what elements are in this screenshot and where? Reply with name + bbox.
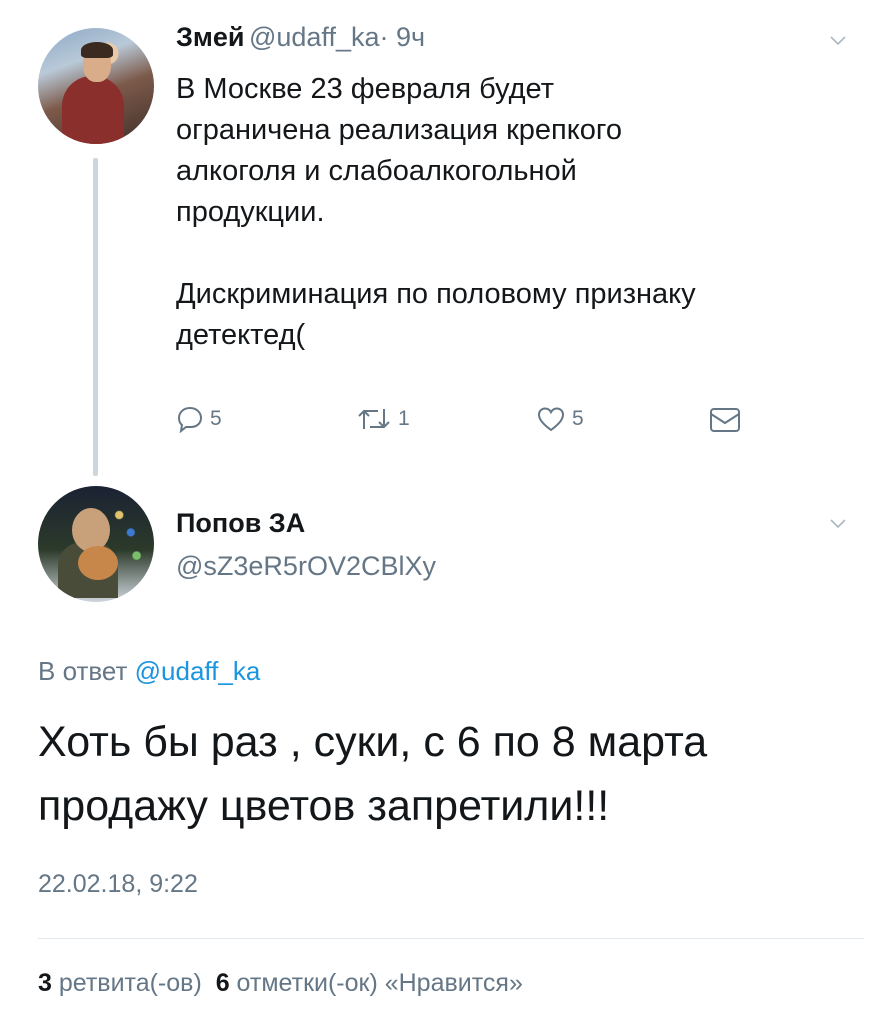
- tweet-time[interactable]: · 9ч: [379, 22, 425, 52]
- dm-button[interactable]: [708, 405, 748, 435]
- reply-count: 5: [210, 407, 222, 430]
- avatar-popov[interactable]: [38, 486, 154, 602]
- retweets-stat[interactable]: 3 ретвита(-ов): [38, 969, 202, 997]
- main-tweet-text: Хоть бы раз , суки, с 6 по 8 марта прода…: [38, 718, 708, 830]
- like-total: 6: [215, 969, 230, 997]
- like-count: 5: [572, 407, 584, 430]
- divider: [38, 938, 864, 939]
- reply-to-handle-link[interactable]: @udaff_ka: [135, 656, 261, 686]
- reply-button[interactable]: 5: [176, 405, 222, 433]
- author-handle[interactable]: @udaff_ka: [249, 22, 380, 52]
- main-author-handle[interactable]: @sZ3eR5rOV2CBlXy: [176, 551, 436, 582]
- avatar-zmey[interactable]: [38, 28, 154, 144]
- parent-tweet-header: Змей @udaff_ka· 9ч: [176, 22, 425, 53]
- reply-to-prefix: В ответ: [38, 656, 128, 686]
- heart-icon: [537, 407, 565, 432]
- retweet-icon: [358, 409, 390, 429]
- main-author-name[interactable]: Попов ЗА: [176, 508, 305, 539]
- mail-icon: [710, 408, 740, 432]
- like-button[interactable]: 5: [536, 405, 584, 433]
- chevron-down-icon[interactable]: [830, 33, 846, 49]
- thread-line: [93, 158, 98, 476]
- likes-stat[interactable]: 6 отметки(-ок) «Нравится»: [216, 969, 523, 997]
- reply-icon: [177, 406, 203, 433]
- retweet-total: 3: [38, 969, 52, 997]
- chevron-down-icon[interactable]: [830, 516, 846, 532]
- retweet-button[interactable]: 1: [356, 405, 410, 433]
- retweet-count: 1: [398, 407, 410, 430]
- reply-to-line: В ответ @udaff_ka: [38, 656, 260, 687]
- tweet-timestamp[interactable]: 22.02.18, 9:22: [38, 870, 198, 899]
- retweet-label: ретвита(-ов): [58, 969, 202, 997]
- tweet-stats: 3 ретвита(-ов) 6 отметки(-ок) «Нравится»: [38, 969, 523, 998]
- like-label: отметки(-ок) «Нравится»: [236, 969, 523, 997]
- parent-tweet-text: В Москве 23 февраля будет ограничена реа…: [176, 73, 696, 351]
- author-name[interactable]: Змей: [176, 22, 245, 52]
